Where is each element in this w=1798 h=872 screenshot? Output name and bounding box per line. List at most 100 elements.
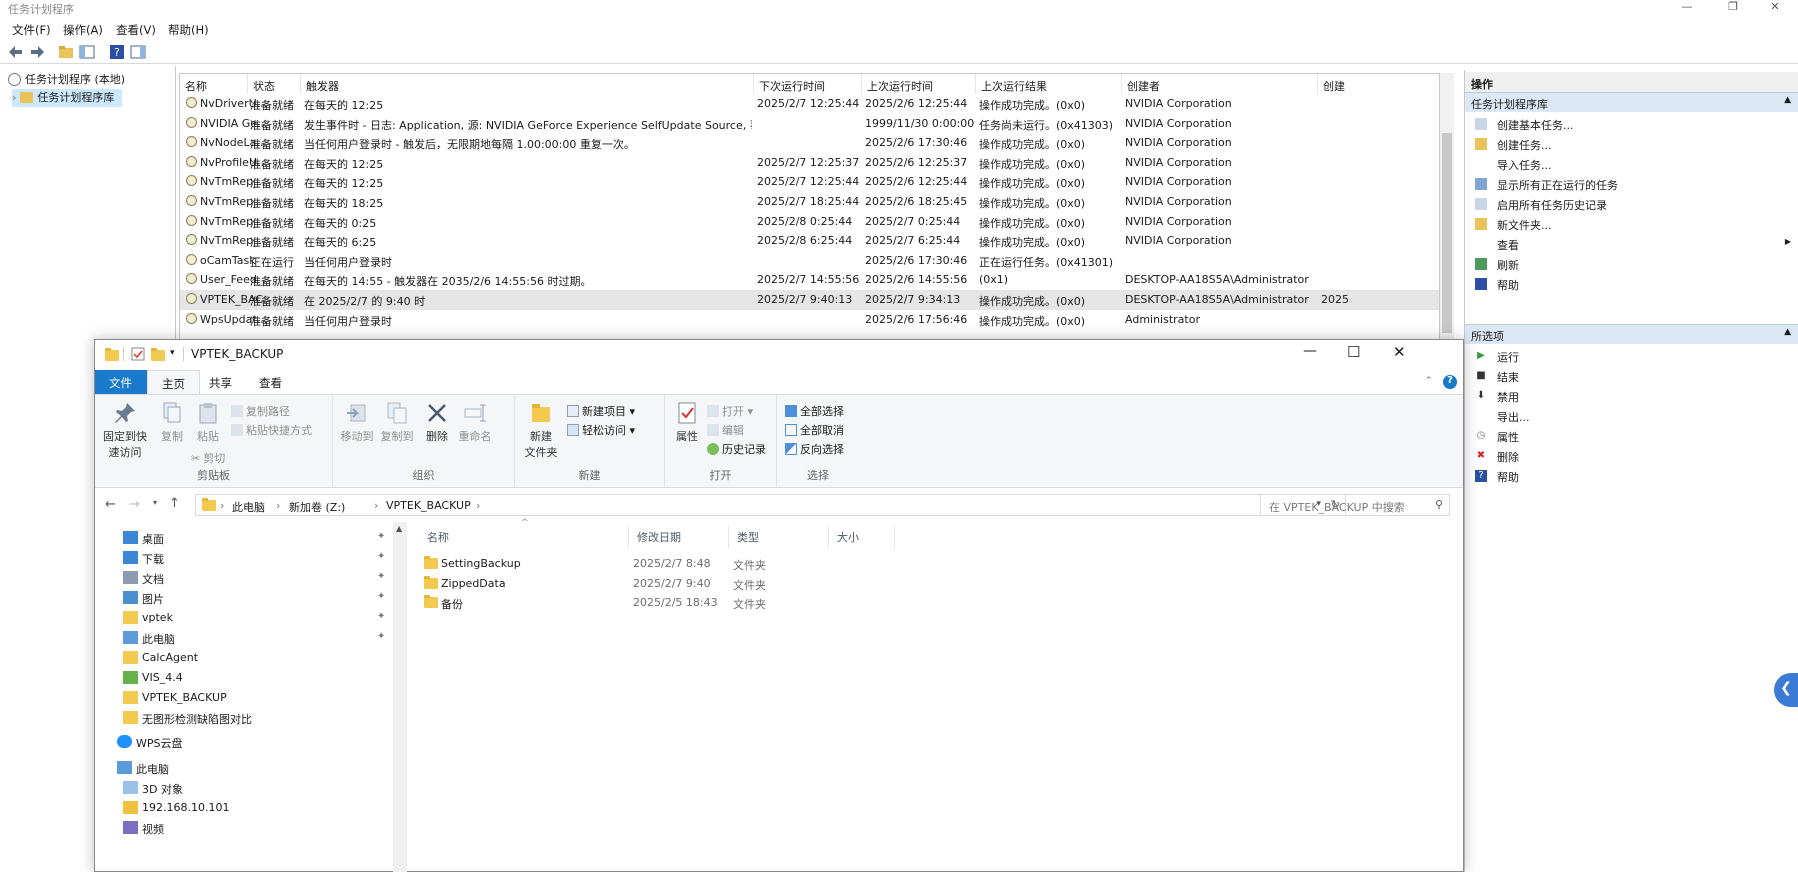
show-action-pane-icon[interactable]: [130, 44, 146, 60]
task-row[interactable]: NvDriverU... 准备就绪 在每天的 12:25 2025/2/7 12:25…: [180, 94, 1439, 114]
edit-button[interactable]: 编辑: [707, 422, 744, 438]
action-item[interactable]: 创建基本任务...: [1465, 114, 1798, 134]
close-button[interactable]: ✕: [1393, 343, 1406, 361]
pin-icon[interactable]: ✦: [377, 591, 385, 602]
file-row[interactable]: 备份 2025/2/5 18:43 文件夹: [407, 593, 1407, 612]
task-row[interactable]: NvTmRep_... 准备就绪 在每天的 6:25 2025/2/8 6:25:44…: [180, 231, 1439, 251]
copy-button[interactable]: 复制: [155, 401, 189, 444]
pin-icon[interactable]: ✦: [377, 631, 385, 642]
task-row[interactable]: NvTmRep_... 准备就绪 在每天的 12:25 2025/2/7 12:25:…: [180, 172, 1439, 192]
properties-button[interactable]: 属性: [671, 401, 703, 444]
action-item[interactable]: 查看 ▶: [1465, 234, 1798, 254]
nav-item[interactable]: 此电脑: [117, 758, 365, 778]
file-row[interactable]: ZippedData 2025/2/7 9:40 文件夹: [407, 574, 1407, 593]
action-item[interactable]: 显示所有正在运行的任务: [1465, 174, 1798, 194]
forward-arrow-icon[interactable]: →: [129, 497, 140, 512]
show-hide-tree-icon[interactable]: [79, 44, 95, 60]
nav-item[interactable]: 下载: [123, 548, 365, 568]
task-row[interactable]: WpsUpdat... 准备就绪 当任何用户登录时 2025/2/6 17:56:46…: [180, 310, 1439, 330]
col-type[interactable]: 类型: [729, 526, 829, 548]
actions-section-library[interactable]: 任务计划程序库 ▲: [1465, 92, 1798, 112]
new-folder-button[interactable]: 新建 文件夹: [521, 401, 561, 460]
task-row[interactable]: NvTmRep_... 准备就绪 在每天的 0:25 2025/2/8 0:25:44…: [180, 212, 1439, 232]
task-row[interactable]: NVIDIA Ge... 准备就绪 发生事件时 - 日志: Application,…: [180, 114, 1439, 134]
maximize-button[interactable]: ❐: [1710, 0, 1756, 18]
col-last-result[interactable]: 上次运行结果: [976, 74, 1122, 94]
selected-action-item[interactable]: ⬇ 禁用: [1465, 386, 1798, 406]
task-row[interactable]: NvNodeLa... 准备就绪 当任何用户登录时 - 触发后，无限期地每隔 1.0…: [180, 133, 1439, 153]
breadcrumb-folder[interactable]: VPTEK_BACKUP: [386, 499, 471, 512]
tab-file[interactable]: 文件: [95, 370, 147, 394]
select-none-button[interactable]: 全部取消: [785, 422, 844, 438]
new-folder-icon[interactable]: [151, 348, 165, 361]
history-button[interactable]: 历史记录: [707, 441, 766, 457]
action-item[interactable]: 刷新: [1465, 254, 1798, 274]
task-list-scrollbar[interactable]: [1440, 73, 1454, 343]
pin-icon[interactable]: ✦: [377, 611, 385, 622]
back-icon[interactable]: [8, 44, 24, 60]
selected-action-item[interactable]: ? 帮助: [1465, 466, 1798, 486]
scroll-up-icon[interactable]: ▲: [396, 524, 402, 533]
copy-path-button[interactable]: 复制路径: [231, 403, 290, 419]
nav-item[interactable]: vptek: [123, 608, 365, 628]
maximize-button[interactable]: ☐: [1347, 343, 1360, 361]
nav-scrollbar[interactable]: ▲: [393, 522, 407, 872]
col-last-run[interactable]: 上次运行时间: [862, 74, 976, 94]
close-button[interactable]: ✕: [1752, 0, 1798, 18]
search-input[interactable]: 在 VPTEK_BACKUP 中搜索 ⚲: [1260, 494, 1450, 516]
back-arrow-icon[interactable]: ←: [105, 497, 116, 512]
nav-item[interactable]: 无图形检测缺陷图对比: [123, 708, 365, 728]
rename-button[interactable]: 重命名: [455, 401, 495, 444]
nav-item[interactable]: 192.168.10.101: [123, 798, 365, 818]
selected-action-item[interactable]: ■ 结束: [1465, 366, 1798, 386]
col-status[interactable]: 状态: [248, 74, 301, 94]
pin-quick-access-button[interactable]: 固定到快 速访问: [99, 401, 151, 460]
col-author[interactable]: 创建者: [1122, 74, 1318, 94]
col-size[interactable]: 大小: [829, 526, 895, 548]
open-button[interactable]: 打开 ▾: [707, 403, 753, 419]
col-next-run[interactable]: 下次运行时间: [754, 74, 862, 94]
forward-icon[interactable]: [29, 44, 45, 60]
new-item-button[interactable]: 新建项目 ▾: [567, 403, 635, 419]
recent-dropdown-icon[interactable]: ▾: [153, 498, 157, 507]
tab-home[interactable]: 主页: [147, 370, 200, 394]
nav-item[interactable]: WPS云盘: [117, 732, 365, 752]
pin-icon[interactable]: ✦: [377, 571, 385, 582]
actions-section-selected[interactable]: 所选项 ▲: [1465, 324, 1798, 344]
move-to-button[interactable]: 移动到: [339, 401, 375, 444]
action-item[interactable]: 导入任务...: [1465, 154, 1798, 174]
select-all-button[interactable]: 全部选择: [785, 403, 844, 419]
search-icon[interactable]: ⚲: [1435, 498, 1443, 511]
scrollbar-thumb[interactable]: [1442, 133, 1452, 333]
task-row[interactable]: VPTEK_BAC...准备就绪在 2025/2/7 的 9:40 时2025/…: [180, 290, 1439, 310]
menu-help[interactable]: 帮助(H): [168, 22, 209, 38]
minimize-button[interactable]: —: [1303, 343, 1317, 359]
action-item[interactable]: 创建任务...: [1465, 134, 1798, 154]
paste-shortcut-button[interactable]: 粘贴快捷方式: [231, 422, 312, 438]
nav-item[interactable]: 桌面: [123, 528, 365, 548]
collapse-icon[interactable]: ▲: [1784, 327, 1791, 337]
nav-item[interactable]: 此电脑: [123, 628, 365, 648]
tab-share[interactable]: 共享: [195, 370, 246, 394]
action-item[interactable]: 启用所有任务历史记录: [1465, 194, 1798, 214]
task-row[interactable]: NvProfileU... 准备就绪 在每天的 12:25 2025/2/7 12:2…: [180, 153, 1439, 173]
easy-access-button[interactable]: 轻松访问 ▾: [567, 422, 635, 438]
properties-icon[interactable]: [131, 347, 145, 361]
copy-to-button[interactable]: 复制到: [379, 401, 415, 444]
col-modified[interactable]: 修改日期: [629, 526, 729, 548]
menu-file[interactable]: 文件(F): [12, 22, 51, 38]
nav-item[interactable]: VPTEK_BACKUP: [123, 688, 365, 708]
selected-action-item[interactable]: ◷ 属性: [1465, 426, 1798, 446]
task-row[interactable]: oCamTask 正在运行 当任何用户登录时 2025/2/6 17:30:46 正在运…: [180, 251, 1439, 271]
col-created[interactable]: 创建: [1318, 74, 1439, 94]
minimize-button[interactable]: —: [1664, 0, 1710, 18]
nav-item[interactable]: 视频: [123, 818, 365, 838]
action-item[interactable]: 帮助: [1465, 274, 1798, 294]
task-row[interactable]: NvTmRep_... 准备就绪 在每天的 18:25 2025/2/7 18:25:…: [180, 192, 1439, 212]
help-icon[interactable]: ?: [109, 44, 125, 60]
nav-item[interactable]: 图片: [123, 588, 365, 608]
address-box[interactable]: › 此电脑 › 新加卷 (Z:) › VPTEK_BACKUP › ▾ ↻: [195, 494, 1346, 516]
action-item[interactable]: 新文件夹...: [1465, 214, 1798, 234]
collapse-icon[interactable]: ▲: [1784, 95, 1791, 105]
tree-library[interactable]: › 任务计划程序库: [12, 89, 123, 107]
